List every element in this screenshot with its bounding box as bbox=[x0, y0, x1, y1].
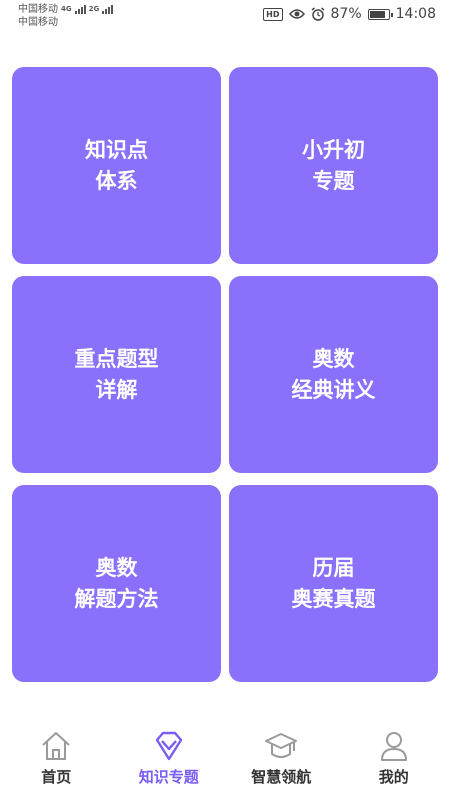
clock: 14:08 bbox=[395, 6, 436, 22]
carrier-name-2: 中国移动 bbox=[18, 17, 58, 28]
tab-label: 我的 bbox=[378, 768, 409, 786]
tile-title: 奥数 bbox=[312, 346, 355, 371]
battery-fill bbox=[369, 10, 385, 18]
home-icon bbox=[42, 732, 70, 760]
tile-subtitle: 奥赛真题 bbox=[291, 586, 376, 611]
carrier-info: 中国移动 4G 2G 中国移动 bbox=[18, 3, 114, 29]
tile-olympiad-lectures[interactable]: 奥数 经典讲义 bbox=[229, 276, 438, 473]
status-bar: 中国移动 4G 2G 中国移动 HD 87% 14:08 bbox=[0, 0, 450, 34]
tile-title: 奥数 bbox=[95, 555, 138, 580]
tile-title: 重点题型 bbox=[74, 346, 159, 371]
topic-grid: 知识点 体系 小升初 专题 重点题型 详解 奥数 经典讲义 奥数 解题方法 历届… bbox=[12, 67, 438, 682]
hd-icon: HD bbox=[263, 7, 283, 21]
tile-knowledge-system[interactable]: 知识点 体系 bbox=[12, 67, 221, 264]
graduation-cap-icon bbox=[265, 733, 298, 758]
battery-percent: 87% bbox=[330, 6, 362, 22]
tile-title: 知识点 bbox=[85, 137, 148, 162]
tab-label: 首页 bbox=[41, 768, 72, 786]
tab-mine[interactable]: 我的 bbox=[338, 728, 450, 787]
alarm-icon bbox=[311, 7, 324, 21]
signal-icon bbox=[74, 5, 86, 14]
tile-subtitle: 经典讲义 bbox=[291, 377, 376, 402]
network-type-1: 4G bbox=[61, 5, 72, 13]
tab-label: 智慧领航 bbox=[251, 768, 312, 786]
tile-title: 小升初 bbox=[302, 137, 365, 162]
tile-key-question-types[interactable]: 重点题型 详解 bbox=[12, 276, 221, 473]
tile-subtitle: 专题 bbox=[312, 168, 355, 193]
tile-subtitle: 解题方法 bbox=[74, 586, 159, 611]
user-icon bbox=[380, 732, 407, 761]
tile-olympiad-methods[interactable]: 奥数 解题方法 bbox=[12, 485, 221, 682]
battery-icon bbox=[367, 8, 393, 20]
eye-icon bbox=[288, 9, 305, 19]
tab-home[interactable]: 首页 bbox=[0, 728, 112, 787]
bottom-tab-bar: 首页 知识专题 智慧领航 我的 bbox=[0, 722, 450, 800]
tile-primary-to-junior[interactable]: 小升初 专题 bbox=[229, 67, 438, 264]
tile-past-olympiad-papers[interactable]: 历届 奥赛真题 bbox=[229, 485, 438, 682]
network-type-2: 2G bbox=[88, 5, 100, 13]
diamond-icon bbox=[155, 731, 182, 761]
signal-icon bbox=[102, 5, 114, 14]
tab-knowledge-topics[interactable]: 知识专题 bbox=[113, 728, 225, 787]
tile-subtitle: 体系 bbox=[95, 168, 138, 193]
tab-label: 知识专题 bbox=[138, 768, 199, 786]
status-icons: HD 87% 14:08 bbox=[263, 6, 436, 22]
tile-title: 历届 bbox=[312, 555, 355, 580]
carrier-name-1: 中国移动 bbox=[18, 4, 58, 15]
tile-subtitle: 详解 bbox=[95, 377, 138, 402]
tab-smart-guide[interactable]: 智慧领航 bbox=[225, 728, 337, 787]
